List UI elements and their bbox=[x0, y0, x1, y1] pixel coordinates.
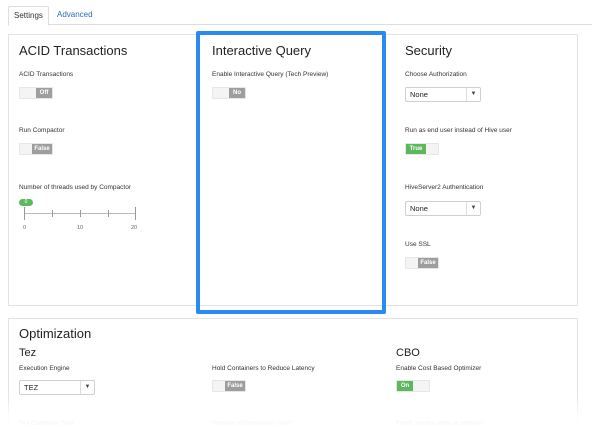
select-value: None bbox=[410, 204, 428, 213]
use-ssl-toggle[interactable]: False bbox=[405, 257, 439, 269]
run-as-end-user-toggle[interactable]: True bbox=[405, 143, 439, 155]
optimization-panel bbox=[8, 318, 578, 428]
slider-tick bbox=[135, 207, 136, 220]
slider-value-badge: 0 bbox=[19, 199, 33, 206]
slider-tick bbox=[108, 210, 109, 217]
execution-engine-label: Execution Engine bbox=[19, 365, 70, 372]
chevron-down-icon: ▼ bbox=[466, 202, 480, 215]
fetch-column-stats-label: Fetch column stats at compiler bbox=[396, 420, 485, 427]
tez-container-size-label: Tez Container Size bbox=[19, 420, 74, 427]
slider-tick-label: 20 bbox=[131, 225, 138, 231]
select-value: None bbox=[410, 90, 428, 99]
toggle-knob: False bbox=[225, 381, 245, 391]
slider-tick bbox=[24, 207, 25, 220]
hold-containers-label: Hold Containers to Reduce Latency bbox=[212, 365, 315, 372]
hs2-authentication-select[interactable]: None ▼ bbox=[405, 201, 481, 216]
acid-transactions-label: ACID Transactions bbox=[19, 71, 74, 78]
use-ssl-label: Use SSL bbox=[405, 241, 431, 248]
select-value: TEZ bbox=[24, 383, 39, 392]
tez-subtitle: Tez bbox=[19, 347, 37, 359]
hs2-authentication-label: HiveServer2 Authentication bbox=[405, 184, 484, 191]
acid-section-title: ACID Transactions bbox=[19, 43, 128, 58]
toggle-knob: Off bbox=[36, 88, 52, 98]
slider-tick-label: 0 bbox=[23, 225, 27, 231]
slider-tick-label: 10 bbox=[77, 225, 84, 231]
tab-bar: Settings Advanced bbox=[8, 6, 592, 26]
slider-tick bbox=[52, 210, 53, 217]
acid-transactions-toggle[interactable]: Off bbox=[19, 87, 53, 99]
chevron-down-icon: ▼ bbox=[80, 381, 94, 394]
tab-advanced[interactable]: Advanced bbox=[52, 6, 98, 26]
authorization-select[interactable]: None ▼ bbox=[405, 87, 481, 102]
hold-containers-toggle[interactable]: False bbox=[212, 380, 246, 392]
cbo-subtitle: CBO bbox=[396, 347, 420, 359]
run-as-end-user-label: Run as end user instead of Hive user bbox=[405, 127, 512, 134]
tab-settings[interactable]: Settings bbox=[8, 6, 49, 26]
toggle-knob: False bbox=[32, 144, 52, 154]
toggle-knob: False bbox=[418, 258, 438, 268]
cbo-label: Enable Cost Based Optimizer bbox=[396, 365, 482, 372]
choose-authorization-label: Choose Authorization bbox=[405, 71, 467, 78]
toggle-knob: True bbox=[406, 144, 426, 154]
chevron-down-icon: ▼ bbox=[466, 88, 480, 101]
run-compactor-label: Run Compactor bbox=[19, 127, 65, 134]
slider-tick bbox=[80, 210, 81, 217]
cbo-toggle[interactable]: On bbox=[396, 380, 430, 392]
toggle-knob: On bbox=[397, 381, 413, 391]
containers-held-label: Number of Containers Held bbox=[212, 420, 291, 427]
run-compactor-toggle[interactable]: False bbox=[19, 143, 53, 155]
optimization-section-title: Optimization bbox=[19, 326, 92, 341]
interactive-query-highlight bbox=[196, 31, 386, 314]
compactor-threads-label: Number of threads used by Compactor bbox=[19, 184, 131, 191]
execution-engine-select[interactable]: TEZ ▼ bbox=[19, 380, 95, 395]
security-section-title: Security bbox=[405, 43, 452, 58]
